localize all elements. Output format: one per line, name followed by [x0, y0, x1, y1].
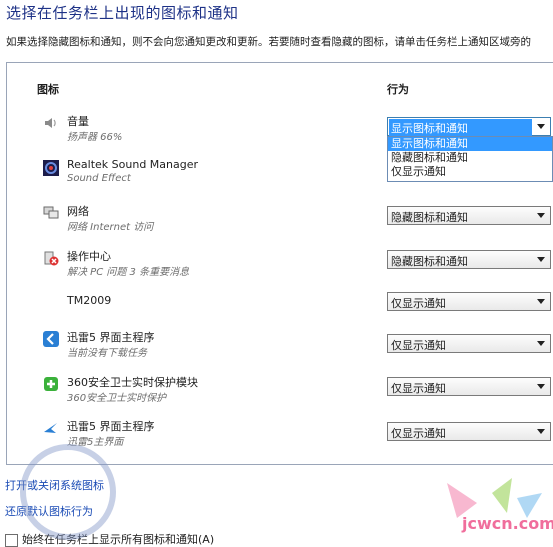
xunlei-icon: [43, 331, 59, 347]
behavior-select-volume[interactable]: 显示图标和通知: [387, 117, 551, 137]
realtek-icon: [43, 160, 59, 176]
row-name: Realtek Sound Manager: [67, 158, 199, 171]
dropdown-option-show[interactable]: 显示图标和通知: [388, 137, 552, 151]
page-title: 选择在任务栏上出现的图标和通知: [6, 4, 239, 22]
selected-value: 仅显示通知: [391, 427, 446, 440]
chevron-down-icon: [537, 299, 545, 304]
behavior-select-xunlei-main[interactable]: 仅显示通知: [387, 422, 551, 441]
row-name: 迅雷5 界面主程序: [67, 420, 155, 433]
chevron-down-icon: [537, 257, 545, 262]
notification-row-realtek: Realtek Sound Manager Sound Effect: [7, 158, 553, 202]
row-name: 操作中心: [67, 250, 111, 263]
chevron-down-icon: [537, 213, 545, 218]
chevron-down-icon: [537, 341, 545, 346]
watermark-seal: [20, 444, 116, 540]
selected-value: 隐藏图标和通知: [391, 255, 468, 268]
icons-list-panel: 图标 行为 音量 扬声器 66% 显示图标和通知 显示图标和通知 隐藏图标和通知…: [6, 62, 553, 465]
row-subtitle: 360安全卫士实时保护: [67, 393, 167, 404]
row-subtitle: 当前没有下载任务: [67, 348, 147, 359]
behavior-select-action-center[interactable]: 隐藏图标和通知: [387, 250, 551, 269]
chevron-down-icon: [537, 429, 545, 434]
row-name: 网络: [67, 205, 89, 218]
selected-value: 仅显示通知: [391, 339, 446, 352]
action-center-icon: [43, 250, 59, 266]
always-show-checkbox[interactable]: [5, 533, 18, 547]
behavior-select-network[interactable]: 隐藏图标和通知: [387, 206, 551, 225]
column-header-icon: 图标: [37, 83, 59, 96]
row-subtitle: 扬声器 66%: [67, 132, 123, 143]
always-show-all-checkbox-row[interactable]: 始终在任务栏上显示所有图标和通知(A): [5, 531, 214, 547]
selected-value: 仅显示通知: [391, 382, 446, 395]
selected-value: 隐藏图标和通知: [391, 211, 468, 224]
xunlei-bird-icon: [43, 420, 59, 436]
column-header-behavior: 行为: [387, 83, 409, 96]
selected-value: 仅显示通知: [391, 297, 446, 310]
speaker-icon: [43, 115, 59, 131]
row-name: 迅雷5 界面主程序: [67, 331, 155, 344]
row-name: TM2009: [67, 294, 112, 307]
row-subtitle: 解决 PC 问题 3 条重要消息: [67, 267, 190, 278]
behavior-select-xunlei[interactable]: 仅显示通知: [387, 334, 551, 353]
row-subtitle: 网络 Internet 访问: [67, 222, 154, 233]
chevron-down-icon: [537, 124, 545, 129]
row-name: 音量: [67, 115, 89, 128]
behavior-select-360[interactable]: 仅显示通知: [387, 377, 551, 396]
network-icon: [43, 205, 59, 221]
360-icon: [43, 376, 59, 392]
watermark-site-text: jcwcn.com: [462, 514, 553, 533]
page-description: 如果选择隐藏图标和通知，则不会向您通知更改和更新。若要随时查看隐藏的图标，请单击…: [6, 36, 531, 48]
behavior-select-tm2009[interactable]: 仅显示通知: [387, 292, 551, 311]
selected-value: 显示图标和通知: [389, 119, 532, 137]
row-subtitle: Sound Effect: [67, 173, 131, 184]
chevron-down-icon: [537, 384, 545, 389]
row-name: 360安全卫士实时保护模块: [67, 376, 198, 389]
